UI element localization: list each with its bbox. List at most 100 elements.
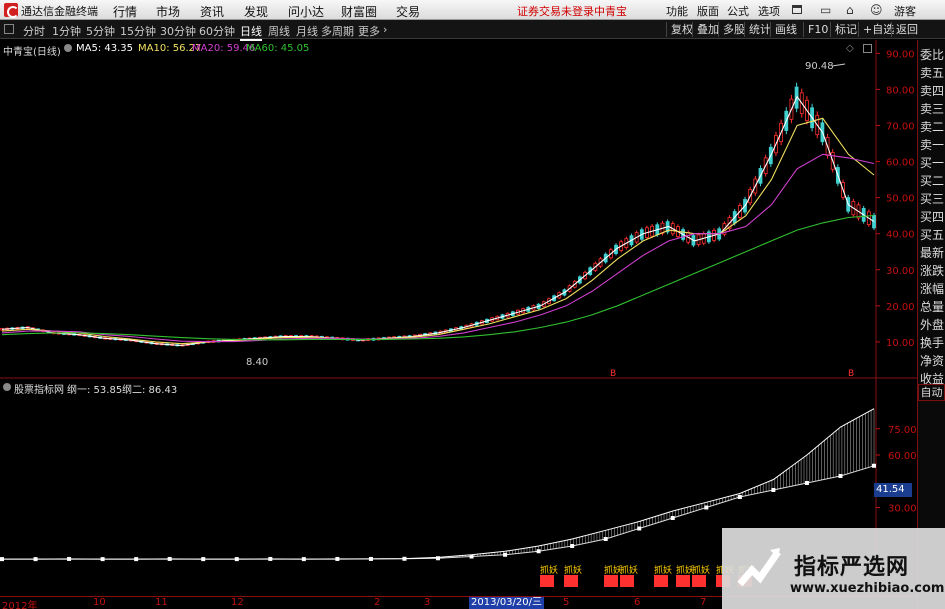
menu-function[interactable]: 功能 [666, 3, 688, 19]
menu-layout[interactable]: 版面 [697, 3, 719, 19]
app-logo-icon [4, 3, 19, 18]
indicator-point [570, 544, 575, 548]
panel-item-bid1[interactable]: 买一 [919, 154, 945, 172]
period-tab-1min[interactable]: 1分钟 [52, 23, 81, 39]
panel-item-ask3[interactable]: 卖三 [919, 100, 945, 118]
indicator-point [771, 488, 776, 492]
lock-icon[interactable]: ⌂ [846, 3, 854, 17]
indicator-point [67, 556, 72, 561]
watermark: 指标严选网 www.xuezhibiao.com [722, 528, 945, 609]
indicator-point [804, 481, 809, 485]
sell-signal-bar [676, 575, 690, 587]
date-tick: 12 [231, 597, 244, 608]
period-tab-monthly[interactable]: 月线 [296, 23, 318, 39]
toolbar-left-icon[interactable] [4, 24, 14, 34]
selected-date: 2013/03/20/三 [469, 597, 545, 609]
menu-discover[interactable]: 发现 [244, 3, 268, 20]
menu-formula[interactable]: 公式 [727, 3, 749, 19]
date-tick: 6 [634, 597, 641, 608]
indicator-point [436, 556, 440, 561]
panel-item-volume[interactable]: 总量 [919, 298, 945, 316]
indicator-point [637, 526, 642, 531]
auto-button[interactable]: 自动 [918, 384, 945, 401]
period-tab-60min[interactable]: 60分钟 [199, 23, 235, 39]
price-tick-label: 40.00 [886, 230, 915, 241]
panel-item-turnover[interactable]: 换手 [919, 334, 945, 352]
indicator-point [100, 557, 105, 562]
indicator-point [737, 495, 742, 499]
panel-item-latest[interactable]: 最新 [919, 244, 945, 262]
monitor-icon[interactable]: ▭ [820, 3, 831, 17]
sell-signal-bar [654, 575, 668, 587]
trade-login-notice[interactable]: 证券交易未登录 [517, 3, 594, 19]
menu-market[interactable]: 市场 [156, 3, 180, 20]
sell-signal-bar [620, 575, 634, 587]
sell-signal-label: 抓妖 [620, 564, 638, 576]
indicator-point [134, 557, 139, 562]
date-tick: 2012年 [2, 601, 38, 609]
price-chart[interactable]: 90.00 80.00 70.00 60.00 50.00 40.00 30.00 20.00… [0, 40, 917, 380]
indicator-point [402, 556, 407, 561]
sell-signal-bar [540, 575, 554, 587]
period-tab-weekly[interactable]: 周线 [268, 23, 290, 39]
menu-news[interactable]: 资讯 [200, 3, 224, 20]
panel-item-bid2[interactable]: 买二 [919, 172, 945, 190]
sub-tick-label: 30.00 [888, 504, 917, 515]
period-tab-15min[interactable]: 15分钟 [120, 23, 156, 39]
indicator-point [670, 516, 675, 520]
panel-item-change-pct[interactable]: 涨幅 [919, 280, 945, 298]
panel-item-bid5[interactable]: 买五 [919, 226, 945, 244]
price-tick-label: 30.00 [886, 266, 915, 277]
sell-signal-label: 抓妖 [564, 564, 582, 576]
watermark-url: www.xuezhibiao.com [790, 581, 945, 596]
btn-mark[interactable]: 标记 [830, 22, 861, 37]
period-tab-more[interactable]: 更多 [358, 23, 380, 39]
more-chevron-icon[interactable]: › [383, 23, 387, 36]
price-axis: 90.00 80.00 70.00 60.00 50.00 40.00 30.00 20.00… [876, 49, 915, 349]
period-tab-multi[interactable]: 多周期 [321, 23, 354, 39]
sell-signal-bar [692, 575, 706, 587]
price-tick-label: 70.00 [886, 121, 915, 132]
menu-wealth[interactable]: 财富圈 [341, 3, 377, 20]
menu-options[interactable]: 选项 [758, 3, 780, 19]
watermark-title: 指标严选网 [794, 555, 910, 580]
app-name: 通达信金融终端 [21, 5, 98, 18]
panel-item-commission-ratio[interactable]: 委比 [919, 46, 945, 64]
period-tab-daily[interactable]: 日线 [240, 23, 262, 41]
menu-quotes[interactable]: 行情 [113, 3, 137, 20]
period-tab-5min[interactable]: 5分钟 [86, 23, 115, 39]
panel-item-ask5[interactable]: 卖五 [919, 64, 945, 82]
btn-draw-lines[interactable]: 画线 [770, 22, 801, 37]
period-tab-30min[interactable]: 30分钟 [160, 23, 196, 39]
indicator-point [201, 557, 206, 562]
panel-item-bid3[interactable]: 买三 [919, 190, 945, 208]
user-icon[interactable]: ☺ [870, 3, 883, 17]
sell-signal-bar [604, 575, 618, 587]
panel-item-ask2[interactable]: 卖二 [919, 118, 945, 136]
date-tick: 7 [700, 597, 707, 608]
panel-item-outer-volume[interactable]: 外盘 [919, 316, 945, 334]
panel-item-ask4[interactable]: 卖四 [919, 82, 945, 100]
price-tick-label: 50.00 [886, 194, 915, 205]
panel-item-net-assets[interactable]: 净资 [919, 352, 945, 370]
sell-signal-label: 抓妖 [654, 564, 672, 576]
btn-back[interactable]: 返回 [891, 22, 922, 37]
quote-side-panel: 委比 卖五 卖四 卖三 卖二 卖一 买一 买二 买三 买四 买五 最新 涨跌 涨… [917, 40, 945, 609]
menu-ask[interactable]: 问小达 [288, 3, 324, 20]
menu-trade[interactable]: 交易 [396, 3, 420, 20]
panel-item-bid4[interactable]: 买四 [919, 208, 945, 226]
panel-item-ask1[interactable]: 卖一 [919, 136, 945, 154]
indicator-point [335, 556, 340, 561]
guest-label[interactable]: 游客 [894, 3, 916, 19]
btn-f10[interactable]: F10 [803, 22, 832, 37]
window-icon[interactable] [792, 5, 802, 14]
indicator-point [167, 556, 172, 561]
panel-item-change[interactable]: 涨跌 [919, 262, 945, 280]
date-tick: 10 [93, 597, 106, 608]
indicator-point [838, 474, 843, 478]
sub-tick-label: 75.00 [888, 425, 917, 436]
indicator-point [368, 556, 373, 561]
high-price-label: 90.48 [805, 61, 834, 72]
candlesticks [0, 82, 876, 347]
period-tab-timeshare[interactable]: 分时 [23, 23, 45, 39]
